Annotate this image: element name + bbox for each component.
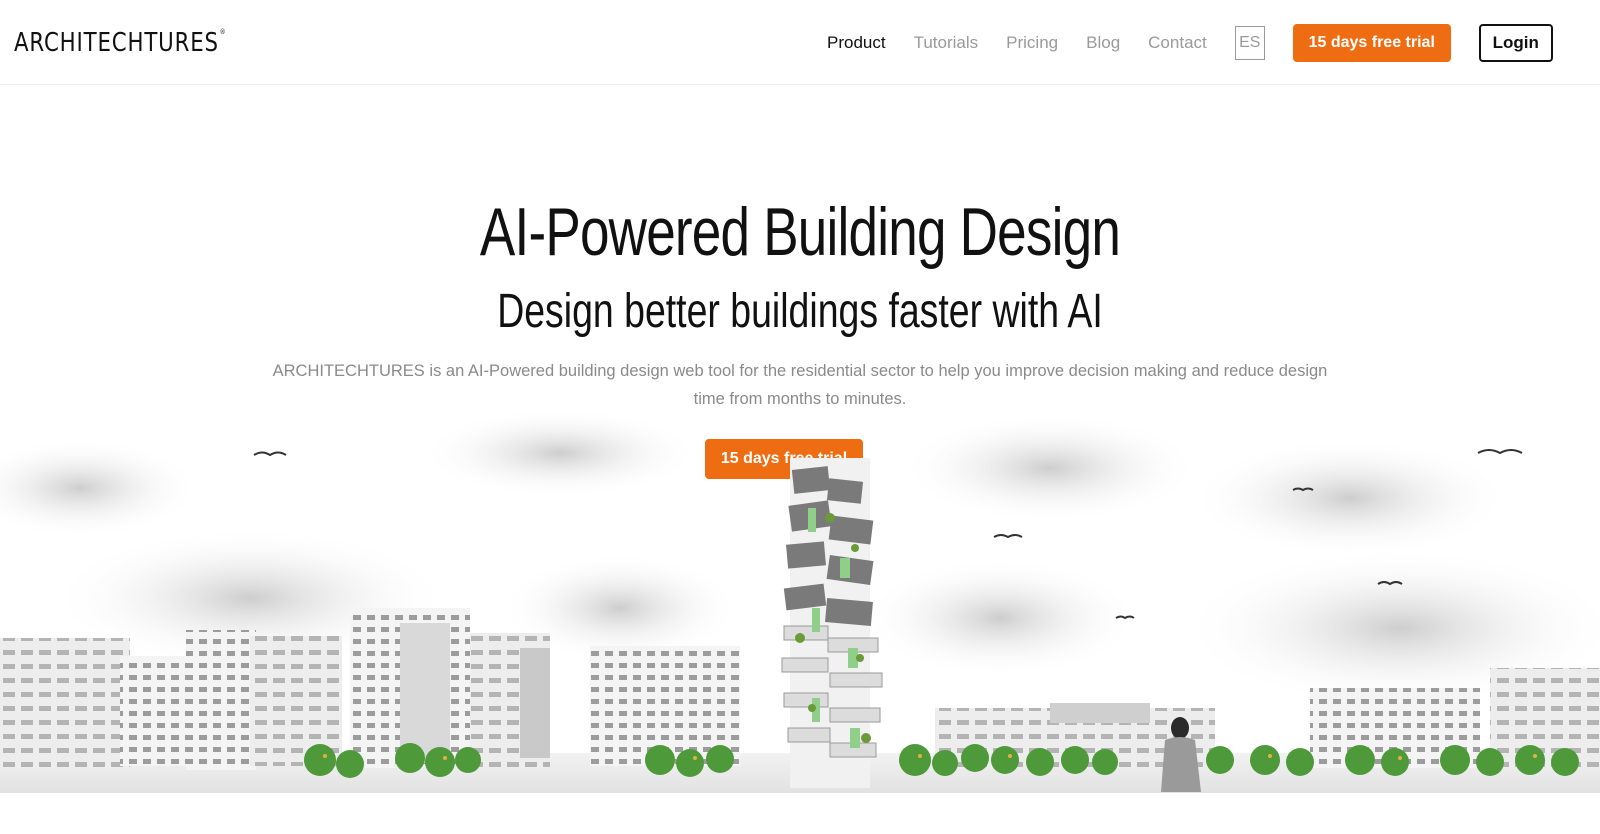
- logo-text: ARCHITECHTURES: [14, 28, 219, 58]
- hero-title: AI-Powered Building Design: [479, 194, 1121, 270]
- logo[interactable]: ARCHITECHTURES®: [14, 28, 226, 58]
- tower-building: [781, 458, 883, 788]
- site-header: ARCHITECHTURES® Product Tutorials Pricin…: [0, 0, 1600, 85]
- nav-product[interactable]: Product: [827, 33, 886, 53]
- hero-subtitle: Design better buildings faster with AI: [497, 285, 1103, 338]
- language-switch-button[interactable]: ES: [1234, 26, 1265, 60]
- main-nav: Product Tutorials Pricing Blog Contact E…: [827, 24, 1553, 62]
- header-free-trial-button[interactable]: 15 days free trial: [1292, 24, 1451, 62]
- nav-contact[interactable]: Contact: [1148, 33, 1207, 53]
- nav-pricing[interactable]: Pricing: [1006, 33, 1058, 53]
- nav-blog[interactable]: Blog: [1086, 33, 1120, 53]
- login-button[interactable]: Login: [1478, 24, 1553, 62]
- hero-description: ARCHITECHTURES is an AI-Powered building…: [272, 362, 1328, 408]
- hero-illustration: [0, 408, 1600, 793]
- logo-registered-mark: ®: [219, 28, 227, 36]
- nav-tutorials[interactable]: Tutorials: [914, 33, 979, 53]
